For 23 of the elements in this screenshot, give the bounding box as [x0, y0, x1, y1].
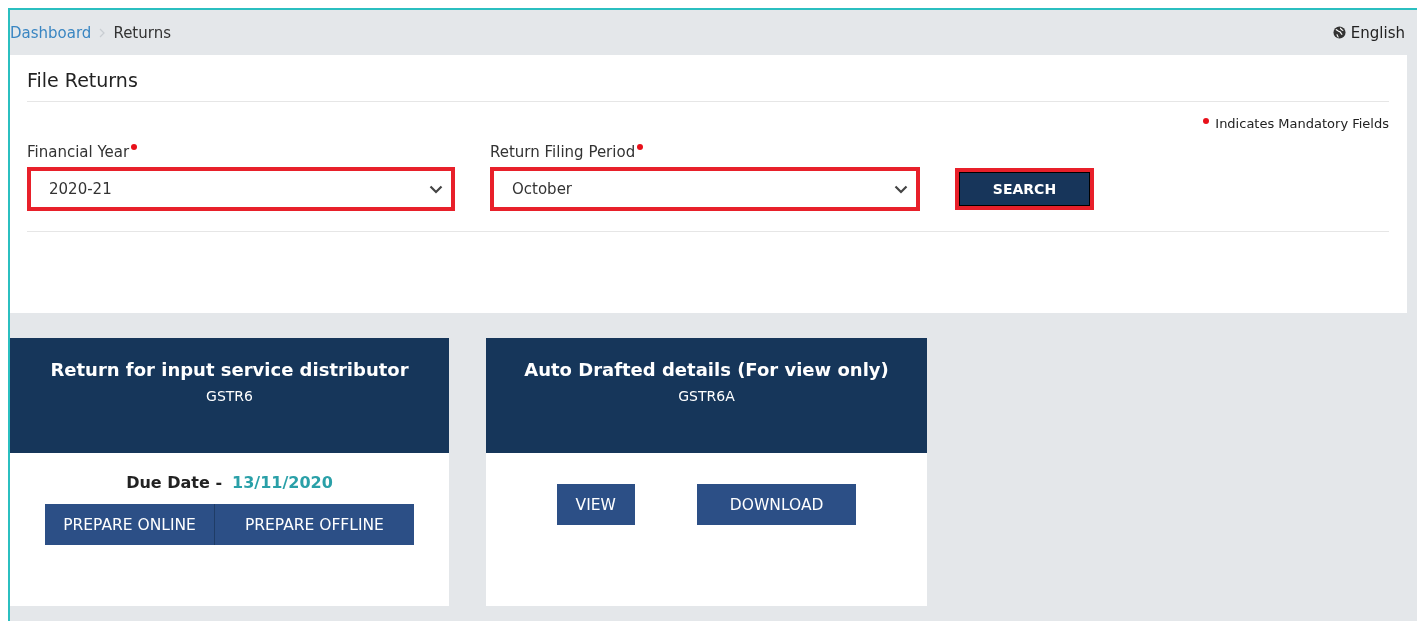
action-button[interactable]: PREPARE OFFLINE [213, 504, 414, 545]
action-button[interactable]: PREPARE ONLINE [45, 504, 214, 545]
action-button[interactable]: DOWNLOAD [696, 484, 857, 525]
card-subtitle: GSTR6A [678, 388, 735, 404]
mandatory-note: Indicates Mandatory Fields [1215, 116, 1389, 131]
due-date: 13/11/2020 [232, 473, 333, 492]
breadcrumb-current: Returns [113, 23, 171, 42]
card-title: Return for input service distributor [50, 359, 409, 380]
field-label: Financial Year [27, 143, 130, 161]
panel-title: File Returns [27, 63, 1389, 102]
globe-icon [1332, 26, 1346, 39]
chevron-down-icon [429, 184, 443, 194]
due-date-label: Due Date - [126, 473, 223, 492]
action-button[interactable]: VIEW [556, 484, 635, 525]
search-button[interactable]: SEARCH [959, 172, 1090, 206]
field-label: Return Filing Period [490, 143, 636, 161]
language-selector[interactable]: English [1332, 23, 1405, 42]
card-subtitle: GSTR6 [206, 388, 253, 404]
chevron-down-icon [894, 184, 908, 194]
required-dot-icon [1203, 118, 1210, 124]
card-title: Auto Drafted details (For view only) [524, 359, 889, 380]
dropdown-field[interactable]: October [490, 167, 920, 211]
dropdown-field[interactable]: 2020-21 [27, 167, 455, 211]
